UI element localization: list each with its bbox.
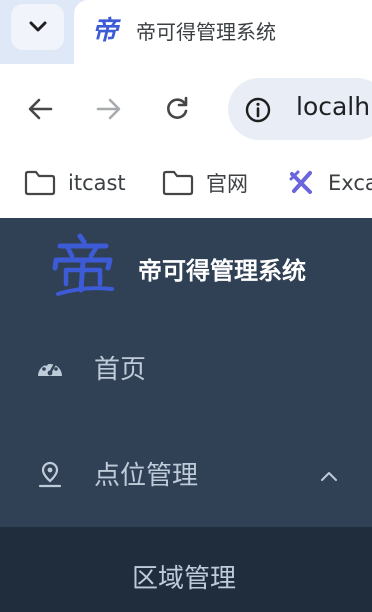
chevron-down-icon [29, 21, 46, 32]
browser-tabstrip: 帝 帝可得管理系统 [0, 0, 372, 64]
arrow-right-icon [96, 98, 121, 120]
app-logo-icon[interactable] [50, 232, 116, 298]
sidebar-item-home[interactable]: 首页 [0, 316, 372, 420]
excalidraw-icon [289, 170, 312, 194]
forward-button[interactable] [92, 92, 126, 126]
reload-icon [167, 96, 188, 119]
bookmark-label: itcast [68, 171, 126, 195]
bookmark-official-site[interactable]: 官网 [162, 166, 248, 200]
chevron-up-icon [321, 472, 337, 481]
bookmark-label: Exca [328, 171, 372, 195]
tab-search-button[interactable] [11, 4, 64, 50]
folder-icon [24, 170, 56, 196]
bookmark-excalidraw[interactable]: Exca [288, 166, 372, 200]
tab-favicon-icon: 帝 [91, 15, 118, 46]
site-info-button[interactable] [242, 94, 274, 126]
url-text: localh [296, 92, 371, 121]
back-button[interactable] [23, 92, 57, 126]
sidebar-item-label: 点位管理 [94, 461, 199, 491]
bookmark-itcast[interactable]: itcast [24, 166, 126, 200]
app-sidebar: 帝可得管理系统 首页 点位管理 区域管理 [0, 218, 372, 612]
sidebar-submenu: 区域管理 [0, 527, 372, 612]
submenu-item-region-management[interactable]: 区域管理 [132, 558, 236, 595]
reload-button[interactable] [160, 92, 194, 126]
folder-icon [162, 170, 194, 196]
app-title: 帝可得管理系统 [138, 257, 306, 285]
bookmarks-bar: itcast 官网 Exca [0, 154, 372, 218]
browser-tab-active[interactable]: 帝 帝可得管理系统 [74, 0, 372, 64]
browser-toolbar: localh [0, 64, 372, 154]
sidebar-item-label: 首页 [94, 355, 147, 385]
arrow-left-icon [28, 98, 53, 120]
address-bar[interactable]: localh [228, 78, 372, 140]
logo-mark [52, 233, 114, 296]
tab-title: 帝可得管理系统 [136, 20, 276, 44]
info-icon [245, 97, 271, 123]
dashboard-icon [36, 354, 64, 382]
location-icon [36, 460, 64, 488]
bookmark-label: 官网 [206, 172, 248, 196]
sidebar-item-location-management[interactable]: 点位管理 [0, 421, 372, 525]
